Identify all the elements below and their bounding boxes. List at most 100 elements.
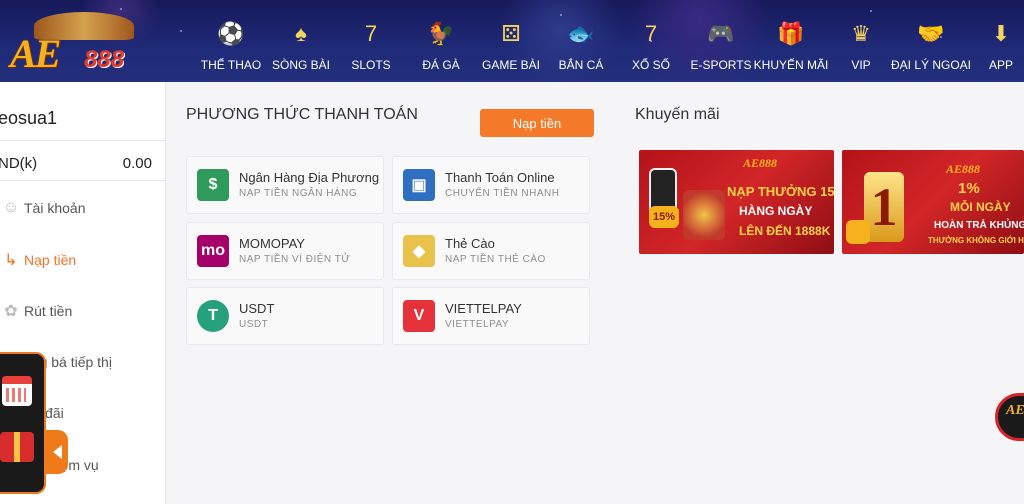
payment-method-card[interactable]: ▣ Thanh Toán Online CHUYỂN TIỀN NHANH <box>392 156 590 214</box>
banner-headline: 1% <box>958 180 980 197</box>
payment-method-name: Thẻ Cào <box>445 236 495 251</box>
download-icon: ⬇ <box>991 21 1011 46</box>
casino-dealer-icon: ♠ <box>295 21 307 46</box>
collapse-panel-button[interactable] <box>46 430 68 474</box>
nav-item-da-ga[interactable]: 🐓 ĐÁ GÀ <box>406 0 476 82</box>
slot-machine-icon: 7 <box>364 21 378 46</box>
floating-brand-badge[interactable]: AE888 <box>995 393 1024 441</box>
promotions-title: Khuyến mãi <box>635 106 720 123</box>
banner-subline: MỖI NGÀY <box>950 200 1011 214</box>
logo-ae-text: AE <box>10 31 61 76</box>
payment-method-card[interactable]: mo MOMOPAY NẠP TIỀN VÍ ĐIỆN TỬ <box>186 222 384 280</box>
firework-spark <box>180 30 182 32</box>
lottery-ball-icon: 7 <box>644 21 658 46</box>
dice-icon: ⚄ <box>501 21 521 46</box>
divider <box>0 140 166 141</box>
withdraw-icon: ✿ <box>4 303 18 320</box>
payment-methods-title: PHƯƠNG THỨC THANH TOÁN <box>186 106 418 123</box>
nav-item-vip[interactable]: ♛ VIP <box>826 0 896 82</box>
banner-headline: NẠP THƯỞNG 15% <box>727 184 834 199</box>
payment-method-subtitle: NẠP TIỀN VÍ ĐIỆN TỬ <box>239 254 351 265</box>
user-icon: ☺ <box>2 199 20 216</box>
calendar-icon[interactable] <box>2 376 32 406</box>
payment-method-card[interactable]: V VIETTELPAY VIETTELPAY <box>392 287 590 345</box>
banner-logo: AE888 <box>946 162 981 176</box>
floating-promo-panel[interactable] <box>0 352 46 494</box>
soccer-ball-icon: ⚽ <box>217 21 245 46</box>
promo-banner-daily-deposit[interactable]: 15% AE888 NẠP THƯỞNG 15% HÀNG NGÀY LÊN Đ… <box>639 150 834 254</box>
nav-item-game-bai[interactable]: ⚄ GAME BÀI <box>476 0 546 82</box>
bank-icon: $ <box>197 169 229 201</box>
sidebar-menu-item[interactable]: ✿ Rút tiền <box>0 291 166 331</box>
momo-icon: mo <box>197 235 229 267</box>
banner-amount: LÊN ĐẾN 1888K <box>739 224 831 238</box>
top-header: AE 888 ⚽ THỂ THAO ♠ SÒNG BÀI 7 SLOTS 🐓 ĐÁ GÀ ⚄ GA… <box>0 0 1024 82</box>
payment-method-card[interactable]: T USDT USDT <box>186 287 384 345</box>
nav-item-label: XỔ SỐ <box>631 58 670 72</box>
sidebar-menu-item[interactable]: ☺ Tài khoản <box>0 188 166 228</box>
nav-item-e-sports[interactable]: 🎮 E-SPORTS <box>686 0 756 82</box>
payment-method-card[interactable]: $ Ngân Hàng Địa Phương NẠP TIỀN NGÂN HÀNG <box>186 156 384 214</box>
nav-item-label: SÒNG BÀI <box>271 58 330 72</box>
payment-method-subtitle: USDT <box>239 319 269 330</box>
nav-item-label: SLOTS <box>351 58 391 72</box>
sidebar-menu-label: Tài khoản <box>24 200 86 216</box>
online-payment-icon: ▣ <box>403 169 435 201</box>
payment-method-subtitle: CHUYỂN TIỀN NHANH <box>445 188 560 199</box>
brand-logo[interactable]: AE 888 <box>4 8 154 78</box>
divider <box>0 180 166 181</box>
fish-icon: 🐟 <box>567 21 595 46</box>
nav-item-label: GAME BÀI <box>481 58 540 72</box>
payment-method-subtitle: VIETTELPAY <box>445 319 510 330</box>
nav-item-label: BẮN CÁ <box>558 58 604 72</box>
nav-item-slots[interactable]: 7 SLOTS <box>336 0 406 82</box>
promo-badge: 15% <box>649 206 679 228</box>
scratch-card-icon: ◆ <box>403 235 435 267</box>
payment-method-name: USDT <box>239 301 275 316</box>
sidebar-menu-item[interactable]: ↳ Nạp tiền <box>0 240 166 280</box>
banner-note: THƯỞNG KHÔNG GIỚI HẠN <box>928 236 1024 245</box>
payment-method-name: VIETTELPAY <box>445 301 522 316</box>
banner-logo: AE888 <box>743 156 778 170</box>
nav-item-label: VIP <box>851 58 871 72</box>
arrow-left-icon <box>52 445 62 459</box>
sidebar-menu-label: Rút tiền <box>24 303 73 319</box>
lion-dance-graphic <box>683 190 725 240</box>
main-nav: ⚽ THỂ THAO ♠ SÒNG BÀI 7 SLOTS 🐓 ĐÁ GÀ ⚄ GAME BÀI 🐟… <box>196 0 1024 82</box>
gift-graphic <box>846 220 870 244</box>
payment-method-subtitle: NẠP TIỀN NGÂN HÀNG <box>239 188 358 199</box>
nav-item-label: KHUYẾN MÃI <box>753 58 829 72</box>
gift-icon: 🎁 <box>777 21 805 46</box>
viettelpay-icon: V <box>403 300 435 332</box>
balance-value: 0.00 <box>122 155 152 172</box>
rooster-icon: 🐓 <box>427 21 455 46</box>
deposit-icon: ↳ <box>4 252 18 269</box>
gamepad-icon: 🎮 <box>707 21 735 46</box>
nav-item-label: APP <box>988 58 1013 72</box>
nav-item-the-thao[interactable]: ⚽ THỂ THAO <box>196 0 266 82</box>
nav-item-app[interactable]: ⬇ APP <box>966 0 1024 82</box>
badge-logo-text: AE888 <box>1006 403 1024 418</box>
logo-888-text: 888 <box>84 46 125 73</box>
nav-item-label: ĐÁ GÀ <box>422 58 460 72</box>
payment-method-name: Ngân Hàng Địa Phương <box>239 170 380 185</box>
gift-box-icon[interactable] <box>0 432 34 462</box>
nav-item-label: E-SPORTS <box>690 58 752 72</box>
username: eosua1 <box>0 108 58 128</box>
nav-item-ban-ca[interactable]: 🐟 BẮN CÁ <box>546 0 616 82</box>
handshake-icon: 🤝 <box>917 21 945 46</box>
nav-item-dai-ly[interactable]: 🤝 ĐẠI LÝ NGOẠI <box>891 0 971 82</box>
payment-method-card[interactable]: ◆ Thẻ Cào NẠP TIỀN THẺ CÀO <box>392 222 590 280</box>
balance-label: ND(k) <box>0 155 38 172</box>
payment-method-name: MOMOPAY <box>239 236 305 251</box>
nav-item-label: ĐẠI LÝ NGOẠI <box>890 58 972 72</box>
usdt-icon: T <box>197 300 229 332</box>
nav-item-khuyen-mai[interactable]: 🎁 KHUYẾN MÃI <box>753 0 829 82</box>
promo-banner-daily-rebate[interactable]: 1 AE888 1% MỖI NGÀY HOÀN TRẢ KHỦNG THƯỞN… <box>842 150 1024 254</box>
payment-method-subtitle: NẠP TIỀN THẺ CÀO <box>445 254 546 265</box>
sidebar-menu-label: Nạp tiền <box>24 252 77 268</box>
nav-item-xo-so[interactable]: 7 XỔ SỐ <box>616 0 686 82</box>
nav-item-song-bai[interactable]: ♠ SÒNG BÀI <box>266 0 336 82</box>
deposit-button[interactable]: Nạp tiền <box>480 109 594 137</box>
banner-subline: HÀNG NGÀY <box>739 204 813 218</box>
